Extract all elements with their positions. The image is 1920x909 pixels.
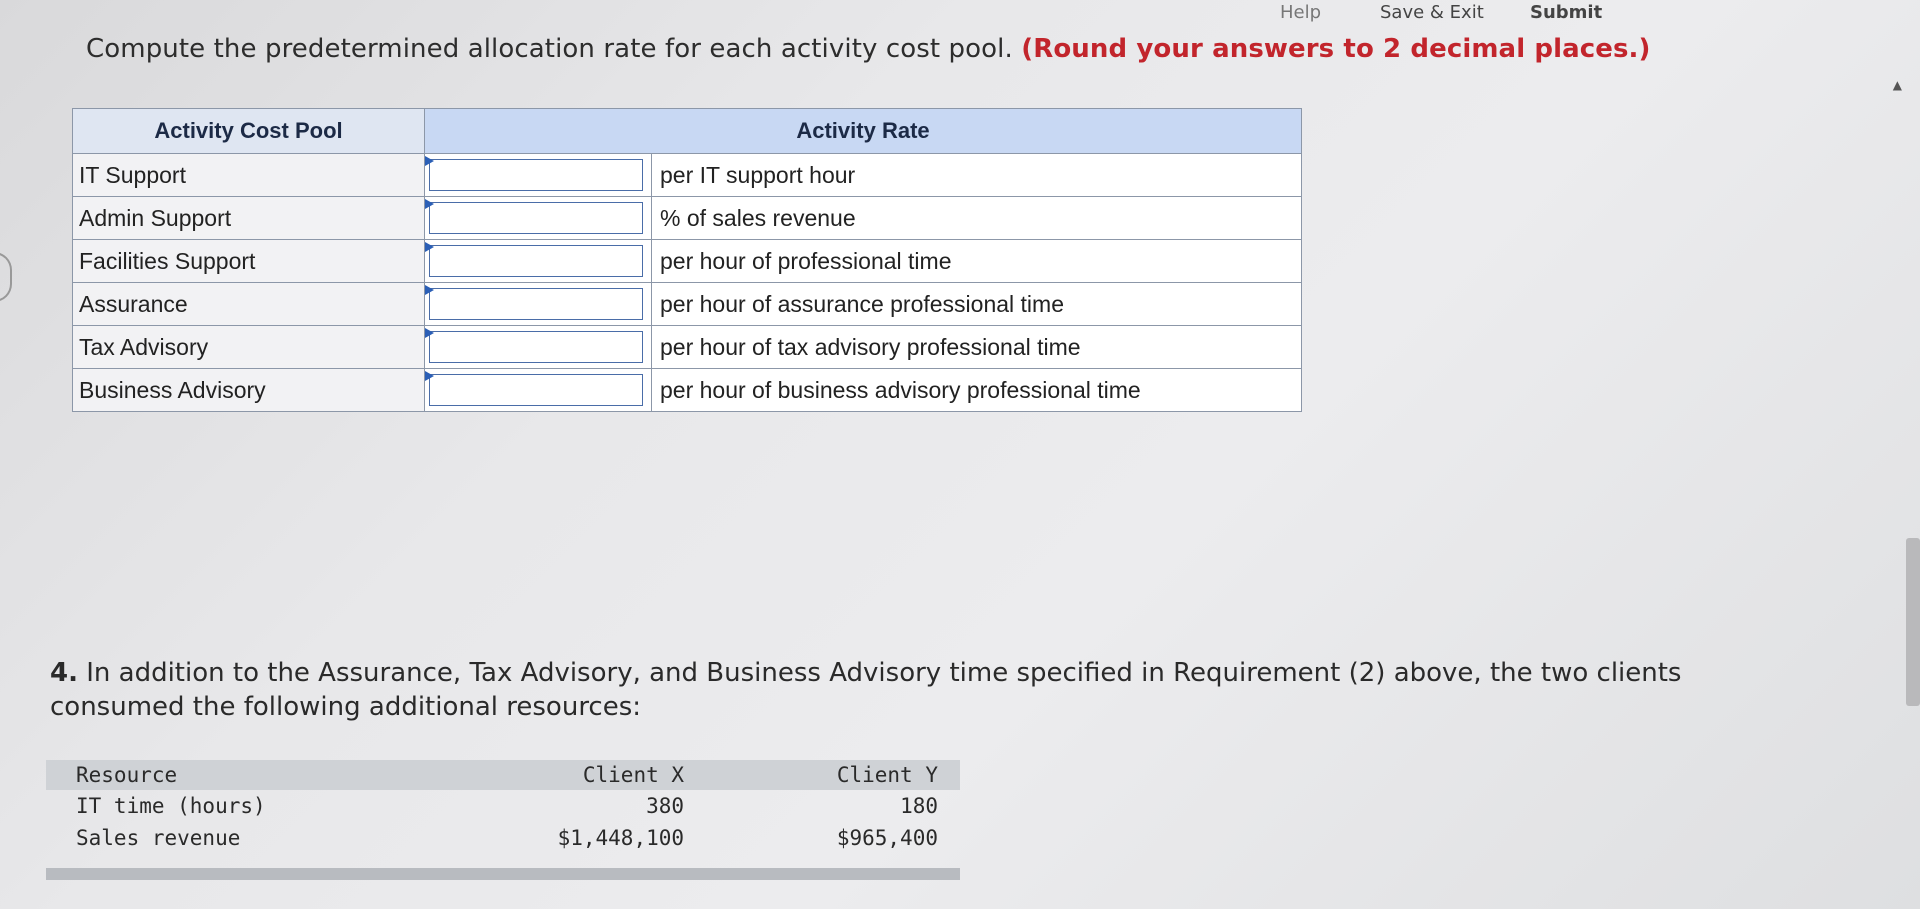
rate-unit: per hour of professional time	[651, 239, 1302, 283]
business-advisory-rate-input[interactable]	[429, 374, 643, 406]
triangle-right-icon	[425, 199, 434, 209]
resource-name: Sales revenue	[76, 826, 241, 850]
question-text: In addition to the Assurance, Tax Adviso…	[50, 658, 1682, 722]
admin-support-rate-input[interactable]	[429, 202, 643, 234]
table-row: Admin Support % of sales revenue	[72, 196, 1302, 240]
rate-input-cell	[424, 325, 652, 369]
help-link[interactable]: Help	[1280, 2, 1321, 23]
table-bottom-rule	[46, 868, 960, 880]
client-x-value: 380	[646, 794, 685, 818]
rate-unit: per hour of business advisory profession…	[651, 368, 1302, 412]
rate-unit: % of sales revenue	[651, 196, 1302, 240]
rate-input-cell	[424, 239, 652, 283]
assurance-rate-input[interactable]	[429, 288, 643, 320]
side-panel-handle[interactable]	[0, 252, 12, 302]
submit-button[interactable]: Submit	[1530, 2, 1602, 23]
triangle-right-icon	[425, 242, 434, 252]
header-activity-rate: Activity Rate	[424, 108, 1302, 154]
rate-input-cell	[424, 196, 652, 240]
it-support-rate-input[interactable]	[429, 159, 643, 191]
rate-unit: per hour of assurance professional time	[651, 282, 1302, 326]
header-resource: Resource	[46, 760, 411, 790]
rate-input-cell	[424, 282, 652, 326]
table-row: IT Support per IT support hour	[72, 153, 1302, 197]
resource-table: Resource Client X Client Y IT time (hour…	[46, 760, 960, 854]
table-row: Business Advisory per hour of business a…	[72, 368, 1302, 412]
client-y-value: $965,400	[836, 826, 938, 850]
question-4: 4. In addition to the Assurance, Tax Adv…	[50, 656, 1750, 724]
facilities-support-rate-input[interactable]	[429, 245, 643, 277]
scrollbar-thumb[interactable]	[1906, 538, 1920, 706]
header-client-x: Client X	[410, 760, 707, 790]
rate-unit: per IT support hour	[651, 153, 1302, 197]
rate-unit: per hour of tax advisory professional ti…	[651, 325, 1302, 369]
instruction-text: Compute the predetermined allocation rat…	[86, 34, 1651, 64]
pool-name: Assurance	[72, 282, 425, 326]
header-activity-cost-pool: Activity Cost Pool	[72, 108, 425, 154]
instruction-main: Compute the predetermined allocation rat…	[86, 34, 1013, 64]
top-toolbar: Help Save & Exit Submit	[1280, 0, 1920, 34]
triangle-right-icon	[425, 371, 434, 381]
tax-advisory-rate-input[interactable]	[429, 331, 643, 363]
pool-name: Facilities Support	[72, 239, 425, 283]
triangle-right-icon	[425, 156, 434, 166]
triangle-right-icon	[425, 328, 434, 338]
header-client-y: Client Y	[706, 760, 960, 790]
triangle-right-icon	[425, 285, 434, 295]
save-exit-button[interactable]: Save & Exit	[1380, 2, 1484, 23]
rate-input-cell	[424, 153, 652, 197]
pool-name: Business Advisory	[72, 368, 425, 412]
resource-name: IT time (hours)	[76, 794, 266, 818]
scroll-up-icon[interactable]: ▲	[1893, 78, 1902, 92]
pool-name: Admin Support	[72, 196, 425, 240]
activity-rate-table: Activity Cost Pool Activity Rate IT Supp…	[72, 108, 1302, 412]
rounding-note: (Round your answers to 2 decimal places.…	[1021, 34, 1651, 64]
pool-name: IT Support	[72, 153, 425, 197]
question-number: 4.	[50, 658, 78, 688]
rate-input-cell	[424, 368, 652, 412]
pool-name: Tax Advisory	[72, 325, 425, 369]
table-row: Tax Advisory per hour of tax advisory pr…	[72, 325, 1302, 369]
client-x-value: $1,448,100	[557, 826, 685, 850]
table-row: Sales revenue $1,448,100 $965,400	[46, 822, 960, 854]
client-y-value: 180	[900, 794, 938, 818]
table-row: Assurance per hour of assurance professi…	[72, 282, 1302, 326]
table-row: IT time (hours) 380 180	[46, 790, 960, 822]
table-row: Facilities Support per hour of professio…	[72, 239, 1302, 283]
